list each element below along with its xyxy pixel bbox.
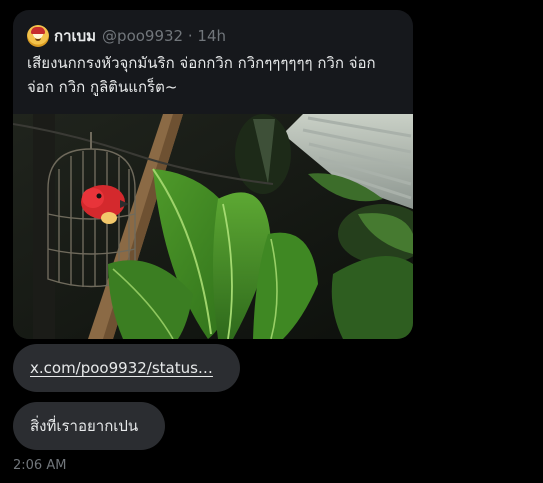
tweet-text: เสียงนกกรงหัวจุกมันริก จ่อกกวิก กวิกๆๆๆๆ… [27,54,376,96]
embedded-tweet-card[interactable]: กาเบม @poo9932 · 14h เสียงนกกรงหัวจุกมัน… [13,10,413,339]
message-text: สิ่งที่เราอยากเปน [30,417,139,435]
tweet-media-image[interactable] [13,114,413,339]
dm-conversation: กาเบม @poo9932 · 14h เสียงนกกรงหัวจุกมัน… [0,0,543,483]
tweet-header: กาเบม @poo9932 · 14h [27,24,226,48]
author-name[interactable]: กาเบม [54,24,96,48]
message-bubble-link[interactable]: x.com/poo9932/status… [13,344,240,392]
avatar[interactable] [27,25,49,47]
message-timestamp: 2:06 AM [13,458,67,473]
tweet-link[interactable]: x.com/poo9932/status… [30,359,213,377]
message-bubble-text[interactable]: สิ่งที่เราอยากเปน [13,402,165,450]
author-handle-and-time: @poo9932 · 14h [102,27,226,45]
